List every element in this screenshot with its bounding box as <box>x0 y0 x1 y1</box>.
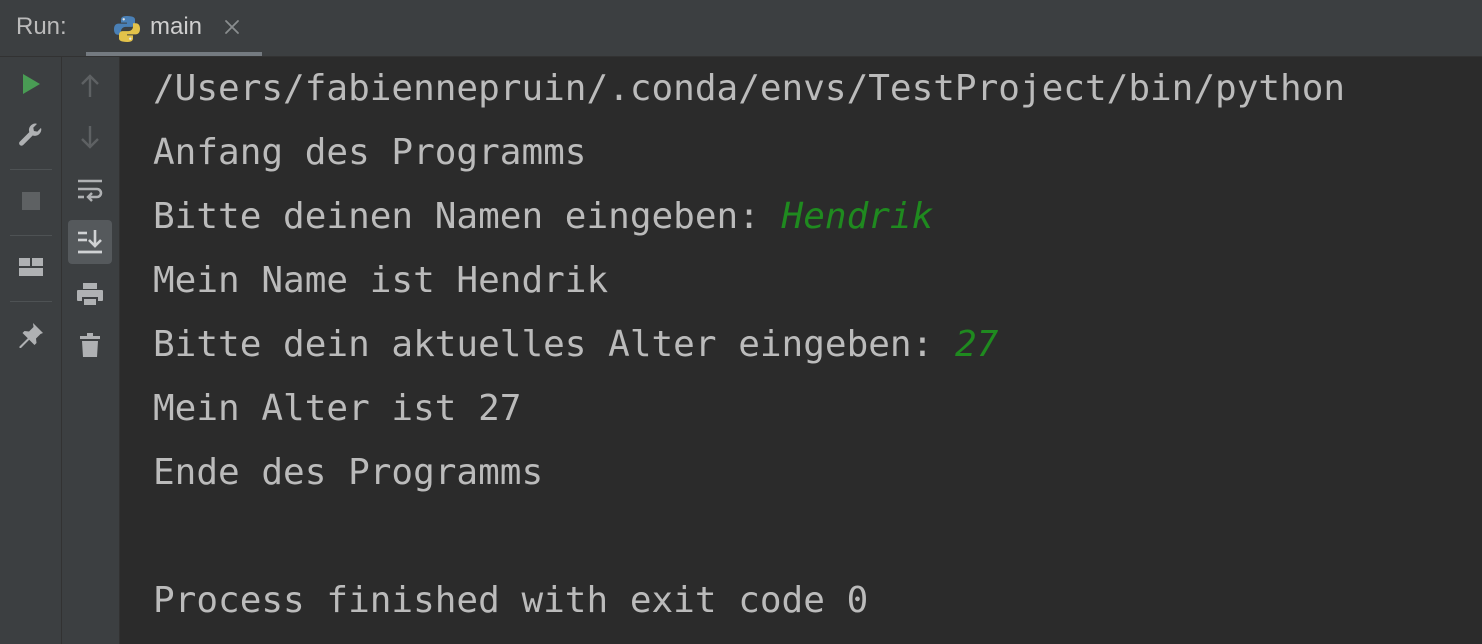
restore-layout-button[interactable] <box>9 245 53 289</box>
console-line: Process finished with exit code 0 <box>153 580 869 621</box>
wrench-icon <box>16 120 46 150</box>
console-line: Mein Name ist Hendrik <box>153 260 609 301</box>
user-input-text: 27 <box>954 324 999 365</box>
scroll-to-end-button[interactable] <box>68 220 112 264</box>
pin-tab-button[interactable] <box>9 313 53 357</box>
stop-icon <box>20 190 42 212</box>
user-input-text: Hendrik <box>781 196 934 237</box>
console-line: Bitte deinen Namen eingeben: Hendrik <box>153 196 934 237</box>
run-panel-header: Run: main <box>0 0 1482 57</box>
console-line: Mein Alter ist 27 <box>153 388 522 429</box>
console-output[interactable]: /Users/fabiennepruin/.conda/envs/TestPro… <box>120 57 1482 644</box>
printer-icon <box>75 280 105 310</box>
run-label: Run: <box>16 13 67 40</box>
scroll-up-button[interactable] <box>68 64 112 108</box>
soft-wrap-button[interactable] <box>68 168 112 212</box>
print-button[interactable] <box>68 273 112 317</box>
scroll-down-button[interactable] <box>68 115 112 159</box>
python-icon <box>112 14 142 44</box>
console-line: Anfang des Programms <box>153 132 587 173</box>
console-line: Bitte dein aktuelles Alter eingeben: 27 <box>153 324 999 365</box>
clear-all-button[interactable] <box>68 323 112 367</box>
run-toolbar-primary <box>0 57 62 644</box>
pin-icon <box>16 320 46 350</box>
console-line: /Users/fabiennepruin/.conda/envs/TestPro… <box>153 68 1346 109</box>
run-tab-main[interactable]: main <box>86 0 262 56</box>
arrow-down-icon <box>76 123 104 151</box>
edit-config-button[interactable] <box>9 113 53 157</box>
stop-button[interactable] <box>9 179 53 223</box>
play-icon <box>18 71 44 97</box>
console-line: Ende des Programms <box>153 452 544 493</box>
arrow-up-icon <box>76 72 104 100</box>
scroll-to-end-icon <box>75 227 105 257</box>
run-tab-label: main <box>150 13 203 40</box>
rerun-button[interactable] <box>9 62 53 106</box>
close-icon[interactable] <box>220 15 244 39</box>
soft-wrap-icon <box>75 175 105 205</box>
run-toolbar-secondary <box>62 57 120 644</box>
layout-icon <box>17 253 45 281</box>
trash-icon <box>76 331 104 359</box>
run-tool-window: Run: main /Users/fabiennepruin/.conda/en… <box>0 0 1482 644</box>
